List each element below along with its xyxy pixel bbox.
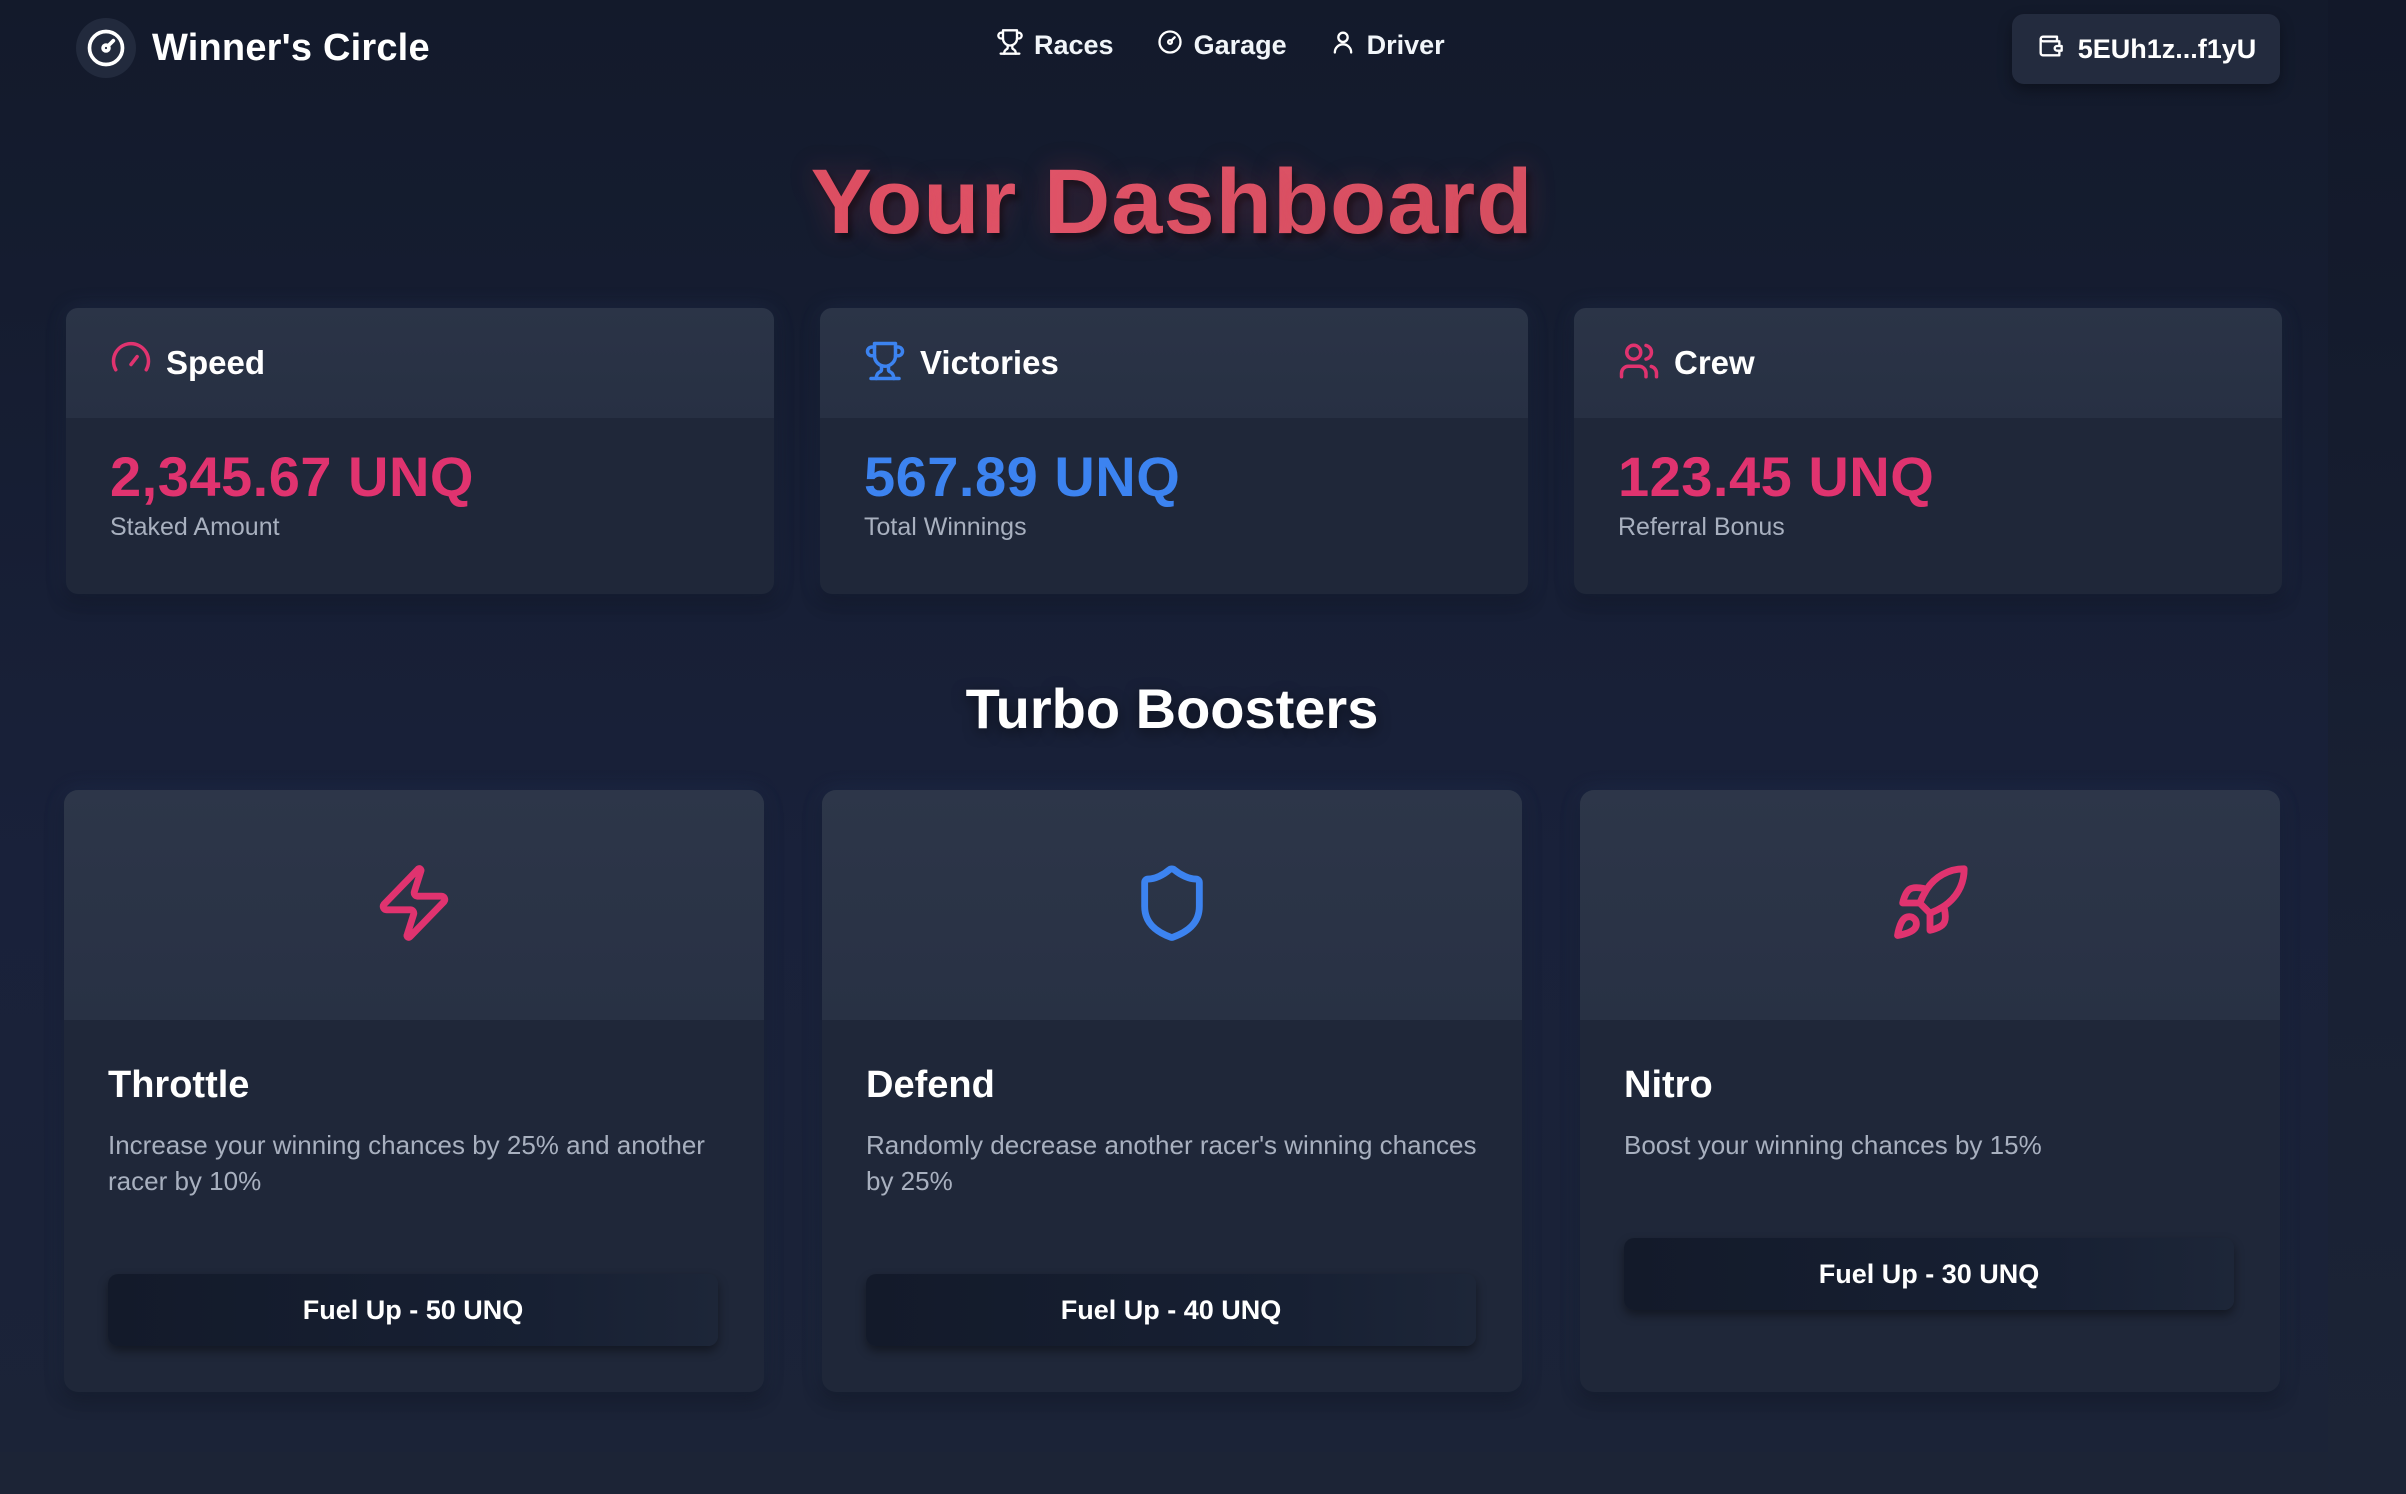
booster-card-throttle: Throttle Increase your winning chances b… [64,790,764,1392]
stat-label: Speed [166,344,266,381]
booster-card-body: Nitro Boost your winning chances by 15% [1580,1020,2280,1163]
booster-card-nitro: Nitro Boost your winning chances by 15% … [1580,790,2280,1392]
booster-card-header [1580,790,2280,1020]
brand[interactable]: Winner's Circle [76,18,430,78]
wallet-button[interactable]: 5EUh1z...f1yU [2012,14,2280,84]
trophy-icon [996,28,1024,63]
booster-card-body: Defend Randomly decrease another racer's… [822,1020,1522,1199]
rocket-icon [1889,862,1971,949]
stat-card-victories: Victories 567.89 UNQ Total Winnings [820,308,1528,594]
nav-link-driver[interactable]: Driver [1329,28,1445,63]
wallet-icon [2036,32,2064,67]
lightning-icon [373,862,455,949]
stat-value: 123.45 UNQ [1618,445,1935,508]
page-title: Your Dashboard [0,150,2344,255]
booster-card-body: Throttle Increase your winning chances b… [64,1020,764,1199]
stat-card-crew: Crew 123.45 UNQ Referral Bonus [1574,308,2282,594]
nav-link-label: Garage [1193,30,1287,60]
stat-card-header: Crew [1574,308,2282,418]
stat-card-speed: Speed 2,345.67 UNQ Staked Amount [66,308,774,594]
booster-name: Throttle [108,1064,250,1106]
content-area: Winner's Circle Races Garage Driver 5EUh… [0,0,2328,1452]
booster-card-defend: Defend Randomly decrease another racer's… [822,790,1522,1392]
booster-name: Nitro [1624,1064,1713,1106]
page: Winner's Circle Races Garage Driver 5EUh… [0,0,2406,1494]
stat-caption: Total Winnings [864,513,1027,541]
brand-name: Winner's Circle [152,26,430,69]
fuel-up-button[interactable]: Fuel Up - 30 UNQ [1624,1238,2234,1310]
stat-label: Crew [1674,344,1755,381]
booster-description: Randomly decrease another racer's winnin… [866,1130,1477,1196]
nav-link-label: Driver [1366,30,1445,60]
user-icon [1329,28,1357,63]
stat-card-body: 567.89 UNQ Total Winnings [820,418,1528,568]
stat-caption: Staked Amount [110,513,280,541]
booster-description: Boost your winning chances by 15% [1624,1130,2042,1160]
speedometer-icon [110,340,152,387]
wallet-address: 5EUh1z...f1yU [2077,33,2257,64]
nav-link-races[interactable]: Races [996,28,1114,63]
nav-links: Races Garage Driver [996,28,1445,63]
section-title-boosters: Turbo Boosters [965,677,1379,740]
shield-icon [1131,862,1213,949]
stat-caption: Referral Bonus [1618,513,1785,541]
fuel-up-button[interactable]: Fuel Up - 50 UNQ [108,1274,718,1346]
fuel-up-button[interactable]: Fuel Up - 40 UNQ [866,1274,1476,1346]
nav-link-label: Races [1034,30,1114,60]
stat-label: Victories [920,344,1059,381]
users-icon [1618,340,1660,387]
stat-card-header: Victories [820,308,1528,418]
booster-name: Defend [866,1064,995,1106]
stat-card-body: 2,345.67 UNQ Staked Amount [66,418,774,568]
gauge-logo-icon [76,18,136,78]
stat-value: 2,345.67 UNQ [110,445,474,508]
booster-description: Increase your winning chances by 25% and… [108,1130,705,1196]
top-navbar: Winner's Circle Races Garage Driver 5EUh… [0,0,2328,96]
stat-value: 567.89 UNQ [864,445,1181,508]
stat-card-header: Speed [66,308,774,418]
booster-card-header [64,790,764,1020]
booster-card-header [822,790,1522,1020]
nav-link-garage[interactable]: Garage [1156,28,1287,63]
trophy-icon [864,340,906,387]
gauge-icon [1156,28,1184,63]
stat-card-body: 123.45 UNQ Referral Bonus [1574,418,2282,568]
